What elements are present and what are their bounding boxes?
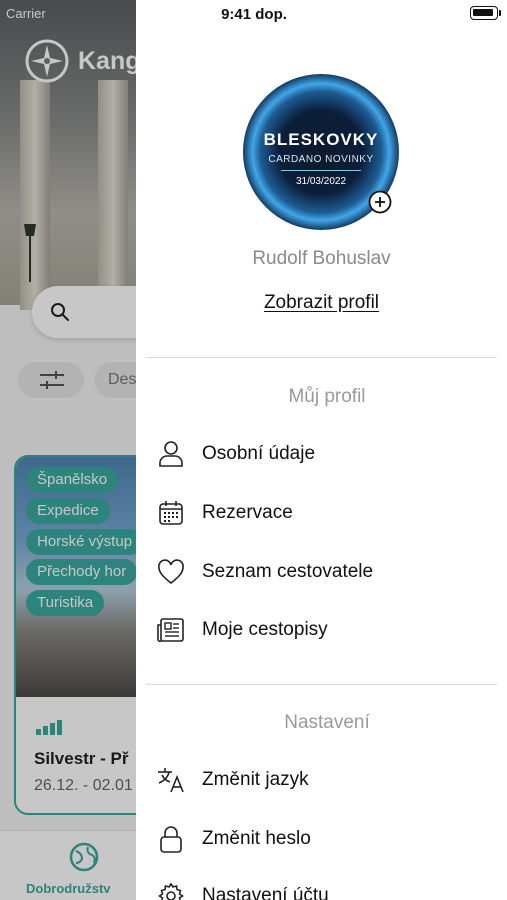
menu-item-change-language[interactable]: Změnit jazyk (156, 760, 486, 800)
calendar-icon (156, 498, 186, 528)
menu-item-label: Moje cestopisy (202, 619, 328, 640)
status-time: 9:41 dop. (221, 6, 287, 23)
battery-tip (499, 10, 501, 16)
divider (146, 684, 497, 685)
section-title-profile: Můj profil (288, 386, 366, 407)
menu-item-label: Změnit jazyk (202, 769, 309, 790)
user-name: Rudolf Bohuslav (252, 248, 391, 269)
avatar-text-date: 31/03/2022 (295, 176, 347, 187)
avatar-text-title: BLESKOVKY (263, 130, 379, 149)
menu-item-label: Nastavení účtu (202, 885, 329, 900)
menu-item-travelogues[interactable]: Moje cestopisy (156, 610, 486, 650)
menu-item-reservations[interactable]: Rezervace (156, 493, 486, 533)
menu-item-label: Osobní údaje (202, 443, 316, 464)
side-drawer: 9:41 dop. BLESKOVKY CARDANO NOVINKY 31/0… (136, 0, 507, 900)
section-title-settings: Nastavení (284, 712, 370, 733)
gear-icon (156, 881, 186, 900)
newspaper-icon (156, 615, 186, 645)
user-icon (156, 439, 186, 469)
menu-item-traveler-list[interactable]: Seznam cestovatele (156, 552, 486, 592)
menu-item-account-settings[interactable]: Nastavení účtu (156, 876, 486, 900)
menu-item-personal-data[interactable]: Osobní údaje (156, 434, 486, 474)
menu-item-label: Rezervace (202, 502, 293, 523)
add-photo-icon[interactable] (368, 190, 392, 214)
battery-icon (470, 6, 498, 20)
avatar-rule (281, 170, 361, 171)
heart-icon (156, 557, 186, 587)
menu-item-label: Změnit heslo (202, 828, 311, 849)
divider (146, 357, 497, 358)
lock-icon (156, 824, 186, 854)
view-profile-link[interactable]: Zobrazit profil (136, 292, 507, 314)
avatar-text-subtitle: CARDANO NOVINKY (268, 154, 374, 165)
translate-icon (156, 765, 186, 795)
menu-item-change-password[interactable]: Změnit heslo (156, 819, 486, 859)
menu-item-label: Seznam cestovatele (202, 561, 374, 582)
